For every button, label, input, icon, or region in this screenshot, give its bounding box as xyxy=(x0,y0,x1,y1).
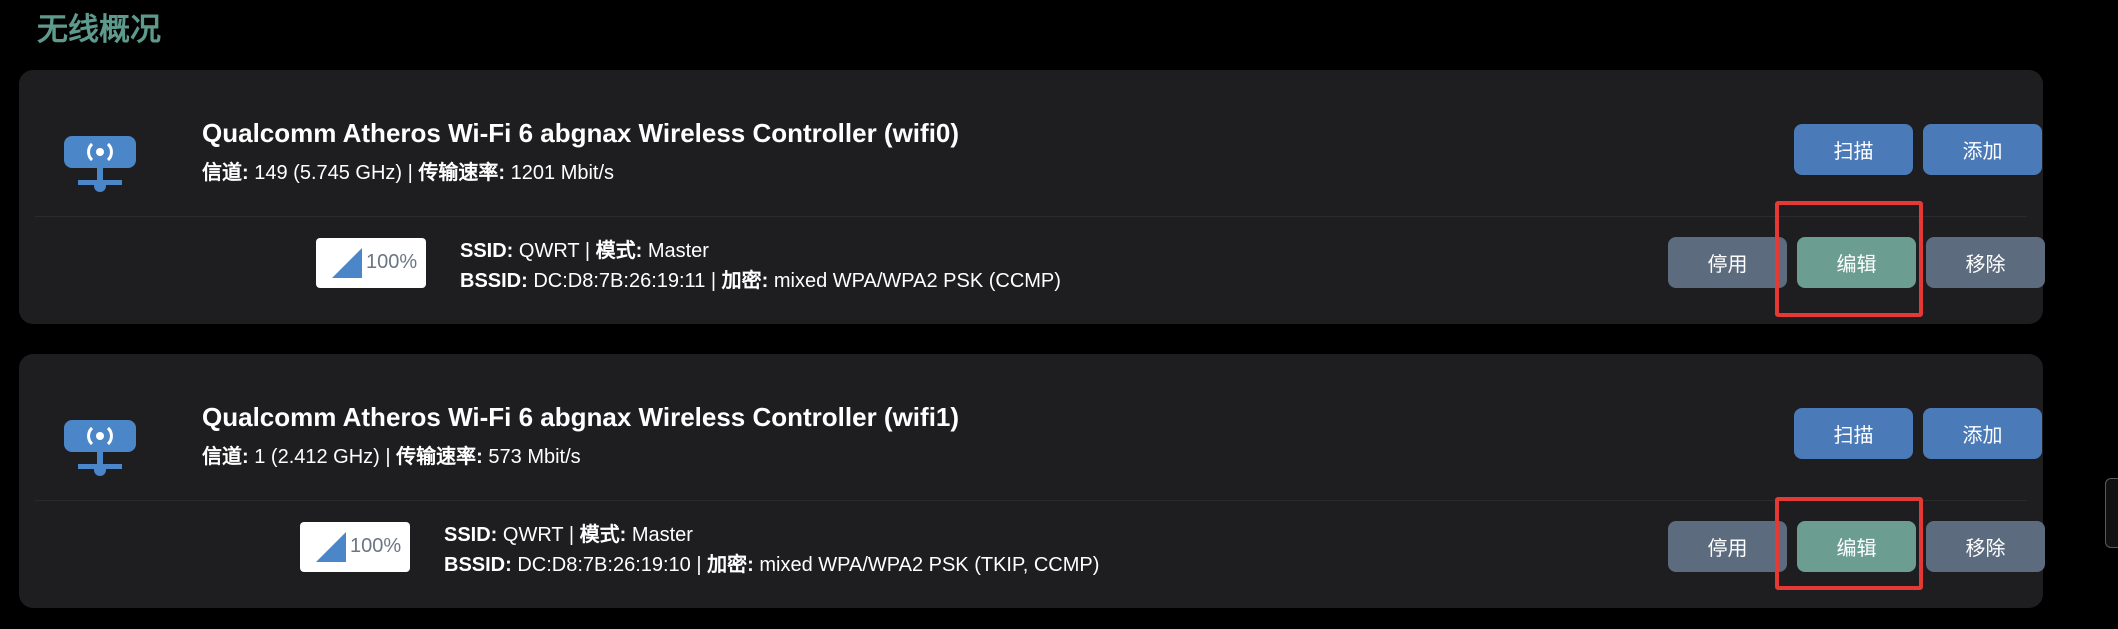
add-button[interactable]: 添加 xyxy=(1923,124,2042,175)
device-title: Qualcomm Atheros Wi-Fi 6 abgnax Wireless… xyxy=(202,402,960,432)
page-title: 无线概况 xyxy=(37,12,161,47)
device-info: 信道: 149 (5.745 GHz) | 传输速率: 1201 Mbit/s xyxy=(202,162,615,184)
mode-label: 模式: xyxy=(579,524,627,546)
edit-button[interactable]: 编辑 xyxy=(1797,521,1916,572)
scan-button[interactable]: 扫描 xyxy=(1794,124,1913,175)
channel-value: 149 (5.745 GHz) xyxy=(254,162,403,184)
signal-badge: 100% xyxy=(300,522,410,572)
divider xyxy=(35,500,2027,501)
signal-strength-icon xyxy=(332,248,362,278)
wireless-router-icon xyxy=(64,136,136,192)
signal-badge: 100% xyxy=(316,238,426,288)
bssid-value: DC:D8:7B:26:19:10 xyxy=(517,554,691,576)
ssid-value: QWRT xyxy=(502,524,564,546)
signal-percent: 100% xyxy=(350,535,402,557)
channel-label: 信道: xyxy=(202,446,249,468)
edit-button[interactable]: 编辑 xyxy=(1797,237,1916,288)
encryption-label: 加密: xyxy=(707,554,754,576)
bssid-label: BSSID: xyxy=(460,270,528,292)
wireless-device-card-wifi0: Qualcomm Atheros Wi-Fi 6 abgnax Wireless… xyxy=(19,70,2045,324)
signal-strength-icon xyxy=(316,532,346,562)
mode-value: Master xyxy=(647,240,709,262)
device-title: Qualcomm Atheros Wi-Fi 6 abgnax Wireless… xyxy=(202,118,960,148)
encryption-value: mixed WPA/WPA2 PSK (CCMP) xyxy=(773,270,1061,292)
ssid-value: QWRT xyxy=(518,240,580,262)
encryption-label: 加密: xyxy=(721,270,769,292)
signal-percent: 100% xyxy=(366,251,418,273)
ssid-label: SSID: xyxy=(460,240,514,262)
channel-value: 1 (2.412 GHz) xyxy=(254,446,380,468)
encryption-value: mixed WPA/WPA2 PSK (TKIP, CCMP) xyxy=(759,554,1100,576)
mode-label: 模式: xyxy=(595,240,643,262)
divider xyxy=(35,216,2027,217)
bitrate-label: 传输速率: xyxy=(396,446,483,468)
bssid-label: BSSID: xyxy=(444,554,512,576)
wireless-router-icon xyxy=(64,420,136,476)
remove-button[interactable]: 移除 xyxy=(1926,237,2045,288)
add-button[interactable]: 添加 xyxy=(1923,408,2042,459)
disable-button[interactable]: 停用 xyxy=(1668,521,1787,572)
bssid-value: DC:D8:7B:26:19:11 xyxy=(533,270,706,292)
network-info: SSID: QWRT | 模式: Master BSSID: DC:D8:7B:… xyxy=(444,524,1100,576)
ssid-label: SSID: xyxy=(444,524,498,546)
disable-button[interactable]: 停用 xyxy=(1668,237,1787,288)
bitrate-value: 1201 Mbit/s xyxy=(510,162,615,184)
device-info: 信道: 1 (2.412 GHz) | 传输速率: 573 Mbit/s xyxy=(202,446,581,468)
remove-button[interactable]: 移除 xyxy=(1926,521,2045,572)
bitrate-label: 传输速率: xyxy=(418,162,506,184)
scan-button[interactable]: 扫描 xyxy=(1794,408,1913,459)
wireless-device-card-wifi1: Qualcomm Atheros Wi-Fi 6 abgnax Wireless… xyxy=(19,354,2045,608)
mode-value: Master xyxy=(631,524,693,546)
channel-label: 信道: xyxy=(202,162,249,184)
network-info: SSID: QWRT | 模式: Master BSSID: DC:D8:7B:… xyxy=(460,240,1061,292)
bitrate-value: 573 Mbit/s xyxy=(488,446,581,468)
scroll-handle[interactable] xyxy=(2105,478,2118,548)
